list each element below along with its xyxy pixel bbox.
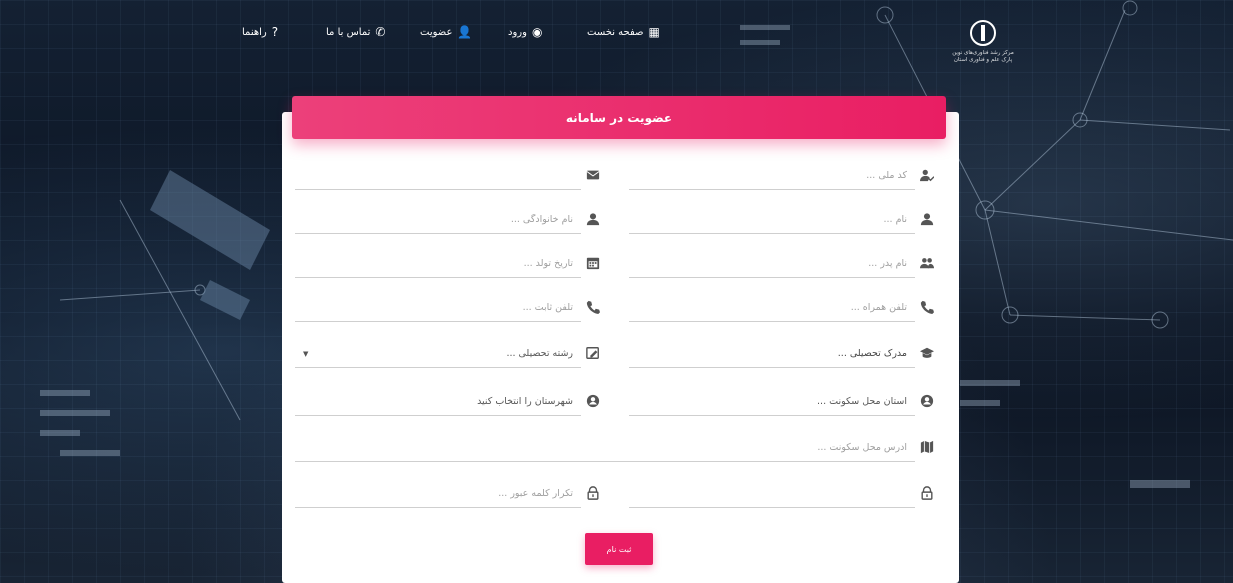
user-icon (585, 211, 601, 227)
lock-icon (585, 485, 601, 501)
graduation-cap-icon (919, 345, 935, 361)
fingerprint-icon: ◉ (531, 25, 543, 39)
password-input[interactable] (659, 483, 919, 503)
mobile-input[interactable] (659, 297, 919, 317)
first-name-input[interactable] (659, 209, 919, 229)
degree-field: مدرک تحصیلی ... (629, 338, 935, 368)
city-field: شهرستان را انتخاب کنید (295, 386, 601, 416)
father-name-field (629, 248, 935, 278)
user-check-icon (919, 167, 935, 183)
user-plus-icon: 👤 (457, 25, 473, 39)
logo-mark (970, 20, 996, 46)
address-field (295, 432, 935, 462)
address-input[interactable] (319, 437, 919, 457)
first-name-field (629, 204, 935, 234)
birth-date-field (295, 248, 601, 278)
password-repeat-input[interactable] (325, 483, 585, 503)
nav-help[interactable]: ? راهنما (242, 25, 278, 39)
chevron-down-icon: ▼ (303, 350, 309, 358)
lock-icon (919, 485, 935, 501)
envelope-icon (585, 167, 601, 183)
field-of-study-field: رشته تحصیلی ... ▼ (295, 338, 601, 368)
map-icon (919, 439, 935, 455)
degree-select[interactable]: مدرک تحصیلی ... (659, 343, 919, 363)
dashboard-icon: ▦ (648, 25, 660, 39)
birth-date-input[interactable] (325, 253, 585, 273)
email-input[interactable] (325, 165, 585, 185)
help-icon: ? (271, 25, 279, 39)
calendar-icon (585, 255, 601, 271)
national-code-input[interactable] (659, 165, 919, 185)
users-icon (919, 255, 935, 271)
user-icon (919, 211, 935, 227)
last-name-field (295, 204, 601, 234)
nav-contact[interactable]: ✆ تماس با ما (326, 25, 385, 39)
province-field: استان محل سکونت ... (629, 386, 935, 416)
last-name-input[interactable] (325, 209, 585, 229)
phone-icon (585, 299, 601, 315)
phone-icon: ✆ (375, 25, 386, 39)
submit-button[interactable]: ثبت نام (585, 533, 653, 565)
user-circle-icon (919, 393, 935, 409)
form-title: عضویت در سامانه (292, 96, 946, 139)
city-select[interactable]: شهرستان را انتخاب کنید (325, 391, 585, 411)
national-code-field (629, 160, 935, 190)
map-marker-edit-icon (585, 345, 601, 361)
logo[interactable]: مرکز رشد فناوری‌های نوین پارک علم و فناو… (948, 20, 1018, 64)
password-repeat-field (295, 478, 601, 508)
phone-icon (919, 299, 935, 315)
mobile-field (629, 292, 935, 322)
nav-login[interactable]: ◉ ورود (508, 25, 542, 39)
phone-field (295, 292, 601, 322)
field-of-study-select[interactable]: رشته تحصیلی ... (325, 343, 585, 363)
phone-input[interactable] (325, 297, 585, 317)
email-field (295, 160, 601, 190)
nav-signup[interactable]: 👤 عضویت (420, 25, 472, 39)
password-field (629, 478, 935, 508)
province-select[interactable]: استان محل سکونت ... (659, 391, 919, 411)
logo-tagline: مرکز رشد فناوری‌های نوین پارک علم و فناو… (952, 50, 1014, 63)
father-name-input[interactable] (659, 253, 919, 273)
nav-home[interactable]: ▦ صفحه نخست (587, 25, 660, 39)
user-circle-icon (585, 393, 601, 409)
